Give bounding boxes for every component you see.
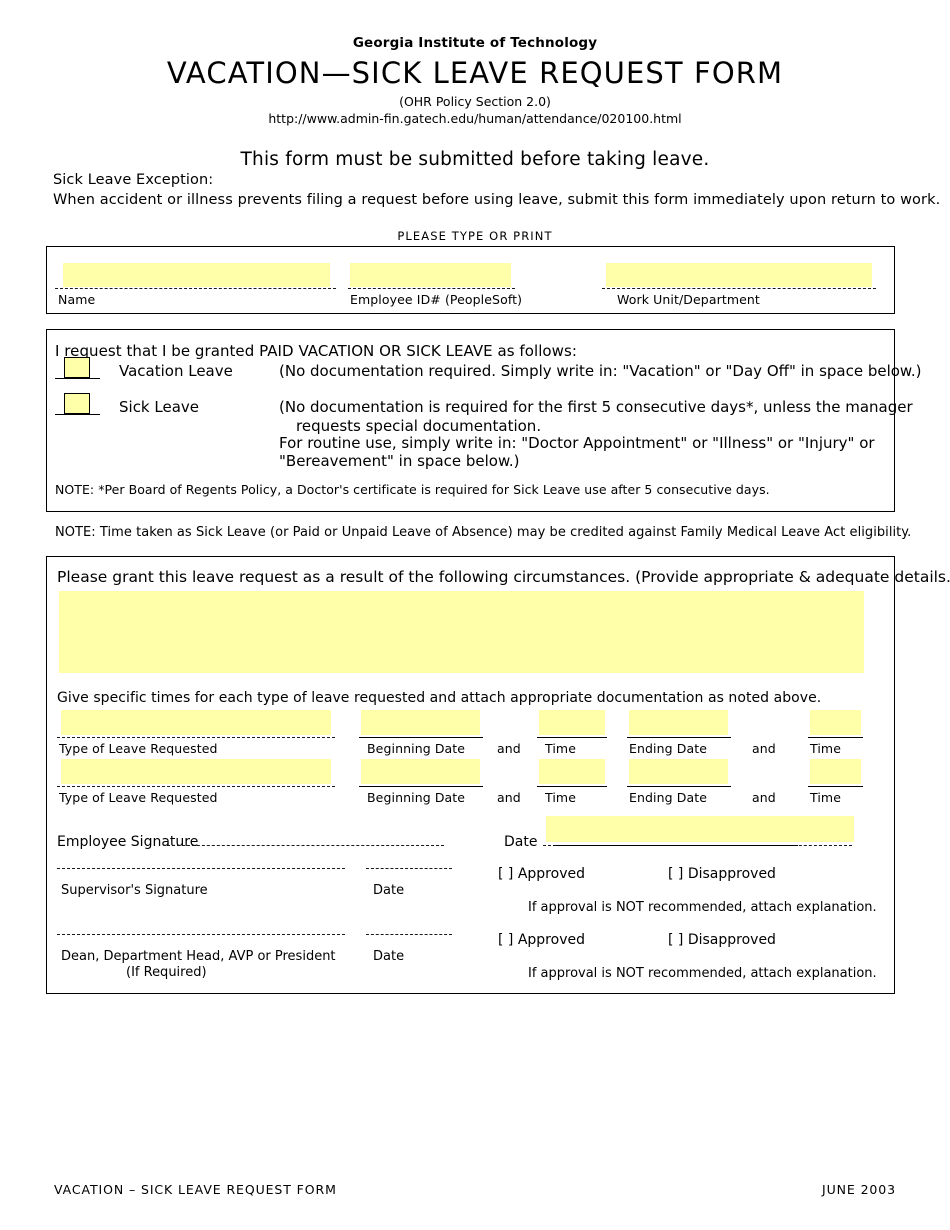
organization-name: Georgia Institute of Technology	[352, 35, 598, 51]
dean-disapproved-checkbox[interactable]: [ ] Disapproved	[668, 932, 776, 948]
and-label-2b: and	[752, 790, 776, 805]
circumstances-prompt: Please grant this leave request as a res…	[57, 568, 950, 586]
supervisor-date-label: Date	[373, 883, 405, 898]
dean-explanation-note: If approval is NOT recommended, attach e…	[528, 966, 877, 981]
employee-date-label: Date	[504, 834, 538, 850]
dean-signature-sublabel: (If Required)	[126, 965, 207, 980]
begin-time-underline-1	[537, 737, 607, 738]
fmla-note: NOTE: Time taken as Sick Leave (or Paid …	[55, 525, 912, 540]
beginning-date-label-1: Beginning Date	[367, 741, 466, 756]
beginning-date-label-2: Beginning Date	[367, 790, 466, 805]
supervisor-explanation-note: If approval is NOT recommended, attach e…	[528, 900, 877, 915]
and-label-1a: and	[497, 741, 521, 756]
type-of-leave-input-1[interactable]	[61, 710, 331, 735]
ending-date-label-1: Ending Date	[629, 741, 708, 756]
end-time-underline-1	[808, 737, 863, 738]
sick-leave-description-line1: (No documentation is required for the fi…	[279, 398, 913, 416]
ending-date-input-1[interactable]	[629, 710, 728, 735]
employee-date-input[interactable]	[546, 816, 854, 842]
dean-signature-line[interactable]	[57, 934, 345, 935]
sick-leave-description-line4: "Bereavement" in space below.)	[279, 452, 520, 470]
page-title: VACATION—SICK LEAVE REQUEST FORM	[166, 56, 784, 90]
policy-url: http://www.admin-fin.gatech.edu/human/at…	[268, 111, 682, 126]
begin-time-input-2[interactable]	[539, 759, 605, 784]
sick-leave-checkbox[interactable]	[64, 393, 90, 414]
employee-date-solidline	[553, 845, 798, 846]
supervisor-date-line[interactable]	[366, 868, 452, 869]
work-unit-input[interactable]	[606, 263, 872, 287]
beginning-date-input-2[interactable]	[361, 759, 480, 784]
end-time-label-1: Time	[810, 741, 841, 756]
ending-date-underline-1	[627, 737, 731, 738]
name-underline	[55, 288, 336, 289]
begin-time-label-1: Time	[545, 741, 576, 756]
begin-time-label-2: Time	[545, 790, 576, 805]
supervisor-approved-checkbox[interactable]: [ ] Approved	[498, 866, 585, 882]
ending-date-label-2: Ending Date	[629, 790, 708, 805]
please-type-or-print: PLEASE TYPE OR PRINT	[397, 229, 553, 243]
sick-leave-label: Sick Leave	[119, 398, 200, 416]
end-time-input-1[interactable]	[810, 710, 861, 735]
vacation-leave-label: Vacation Leave	[119, 362, 233, 380]
type-of-leave-input-2[interactable]	[61, 759, 331, 784]
exception-text: When accident or illness prevents filing…	[53, 191, 941, 208]
ending-date-underline-2	[627, 786, 731, 787]
circumstances-textarea[interactable]	[59, 591, 864, 673]
type-of-leave-underline-1	[57, 737, 335, 738]
name-label: Name	[58, 292, 96, 307]
sick-checkbox-rule	[55, 414, 100, 415]
dean-date-line[interactable]	[366, 934, 452, 935]
leave-request-intro: I request that I be granted PAID VACATIO…	[55, 342, 577, 360]
beginning-date-underline-2	[359, 786, 483, 787]
sick-leave-exception: Sick Leave Exception: When accident or i…	[53, 171, 940, 210]
name-input[interactable]	[63, 263, 330, 287]
supervisor-signature-line[interactable]	[57, 868, 345, 869]
begin-time-input-1[interactable]	[539, 710, 605, 735]
form-header: Georgia Institute of Technology VACATION…	[0, 0, 950, 170]
sick-leave-description-line3: For routine use, simply write in: "Docto…	[279, 434, 875, 452]
vacation-leave-description: (No documentation required. Simply write…	[279, 362, 922, 380]
type-of-leave-label-2: Type of Leave Requested	[59, 790, 218, 805]
submission-notice: This form must be submitted before takin…	[240, 149, 710, 170]
supervisor-signature-label: Supervisor's Signature	[61, 883, 208, 898]
begin-time-underline-2	[537, 786, 607, 787]
and-label-2a: and	[497, 790, 521, 805]
policy-reference: (OHR Policy Section 2.0)	[399, 94, 551, 109]
ending-date-input-2[interactable]	[629, 759, 728, 784]
vacation-leave-checkbox[interactable]	[64, 357, 90, 378]
beginning-date-input-1[interactable]	[361, 710, 480, 735]
footer-form-name: VACATION – SICK LEAVE REQUEST FORM	[54, 1182, 337, 1197]
end-time-underline-2	[808, 786, 863, 787]
end-time-input-2[interactable]	[810, 759, 861, 784]
work-unit-label: Work Unit/Department	[617, 292, 760, 307]
vacation-checkbox-rule	[55, 378, 100, 379]
employee-signature-label: Employee Signature	[57, 834, 199, 850]
form-page: Georgia Institute of Technology VACATION…	[0, 0, 950, 1230]
employee-id-underline	[348, 288, 515, 289]
supervisor-disapproved-checkbox[interactable]: [ ] Disapproved	[668, 866, 776, 882]
work-unit-underline	[602, 288, 876, 289]
end-time-label-2: Time	[810, 790, 841, 805]
give-specific-times-note: Give specific times for each type of lea…	[57, 690, 822, 706]
dean-approved-checkbox[interactable]: [ ] Approved	[498, 932, 585, 948]
dean-signature-label: Dean, Department Head, AVP or President	[61, 949, 336, 964]
doctor-certificate-note: NOTE: *Per Board of Regents Policy, a Do…	[55, 482, 770, 497]
footer-revision-date: JUNE 2003	[822, 1182, 896, 1197]
exception-heading: Sick Leave Exception:	[53, 172, 214, 188]
beginning-date-underline-1	[359, 737, 483, 738]
and-label-1b: and	[752, 741, 776, 756]
type-of-leave-label-1: Type of Leave Requested	[59, 741, 218, 756]
employee-id-label: Employee ID# (PeopleSoft)	[350, 292, 523, 307]
dean-date-label: Date	[373, 949, 405, 964]
employee-signature-line[interactable]	[167, 845, 444, 846]
employee-id-input[interactable]	[350, 263, 511, 287]
type-of-leave-underline-2	[57, 786, 335, 787]
